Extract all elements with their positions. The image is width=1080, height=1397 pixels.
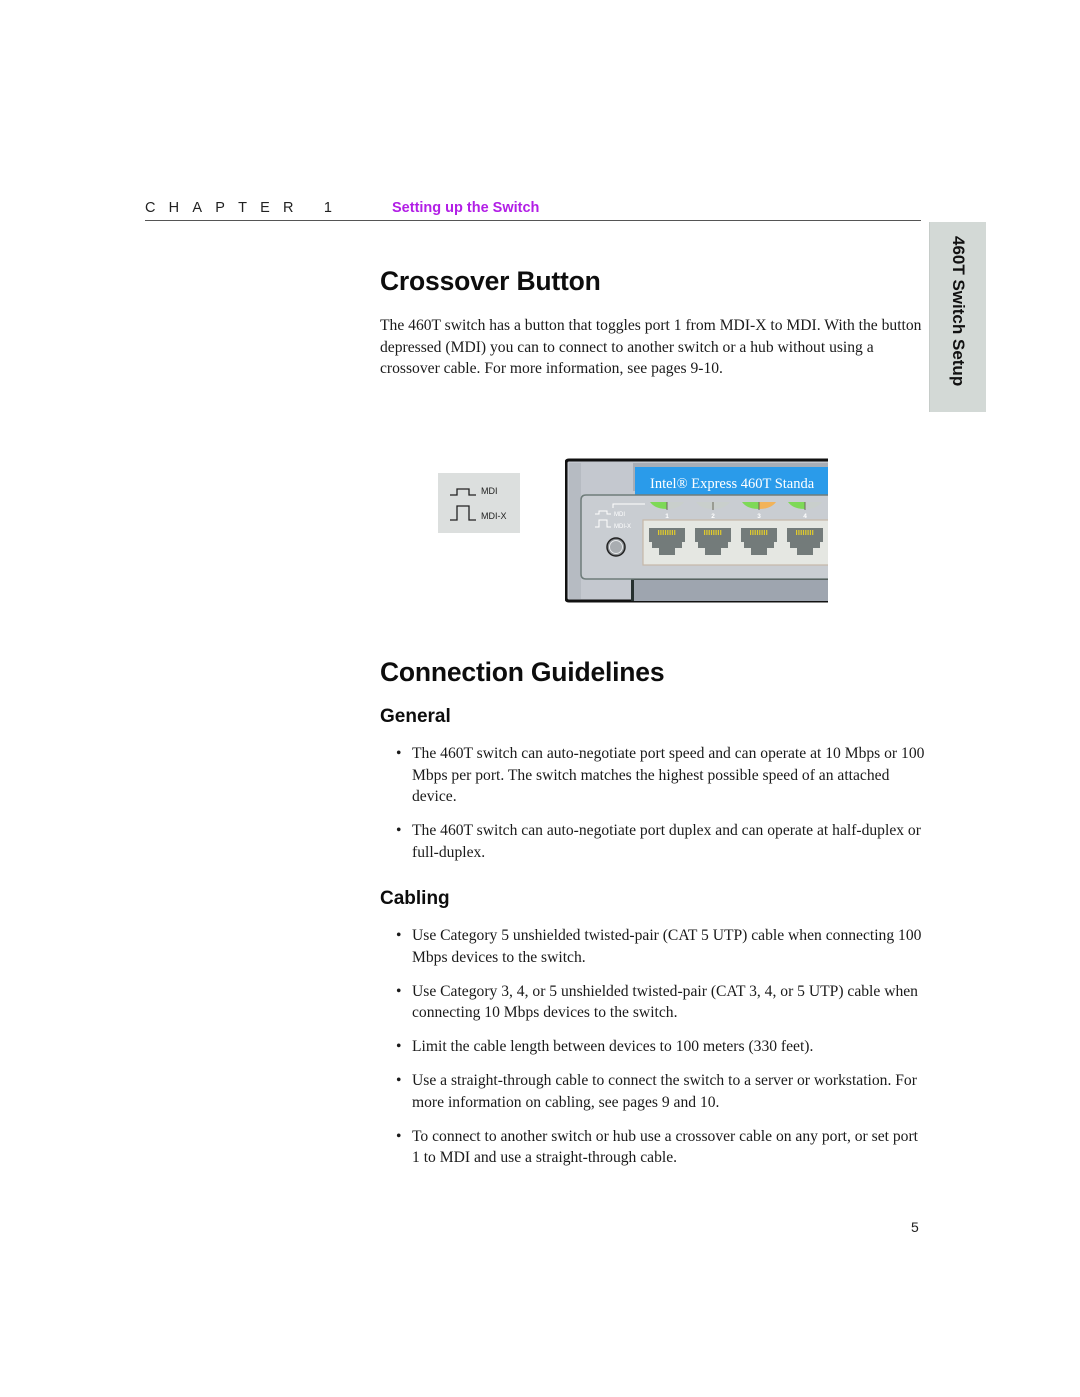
port-pin xyxy=(713,530,715,535)
header-divider xyxy=(145,220,921,221)
general-bullet-list: • The 460T switch can auto-negotiate port… xyxy=(396,743,926,876)
port-number-label: 1 xyxy=(665,513,669,520)
panel-mdix-label: MDI-X xyxy=(614,524,631,530)
bullet-icon: • xyxy=(396,745,402,762)
port-pin xyxy=(761,530,763,535)
legend-label-mdix: MDI-X xyxy=(481,511,507,521)
port-pin xyxy=(704,530,706,535)
brand-label: Intel® Express 460T Standa xyxy=(650,476,815,492)
chapter-header: CHAPTER 1 Setting up the Switch xyxy=(145,200,921,220)
port-pin xyxy=(750,530,752,535)
port-pin xyxy=(798,530,800,535)
port-pin xyxy=(706,530,708,535)
switch-front-panel-illustration: Intel® Express 460T Standa MDI MDI-X 1 2 3… xyxy=(565,458,828,603)
port-pin xyxy=(669,530,671,535)
port-pin xyxy=(756,530,759,535)
legend-label-mdi: MDI xyxy=(481,486,498,496)
cabling-bullet-list: • Use Category 5 unshielded twisted-pair … xyxy=(396,925,926,1181)
port-pin xyxy=(805,530,807,535)
bullet-icon: • xyxy=(396,822,402,839)
port-pin xyxy=(664,530,667,535)
general-heading: General xyxy=(380,706,451,727)
port-pin xyxy=(708,530,710,535)
chassis-side xyxy=(569,463,581,599)
guidelines-heading: Connection Guidelines xyxy=(380,657,665,687)
list-item: • Use Category 5 unshielded twisted-pair … xyxy=(396,927,922,966)
legend-item-mdix: MDI-X xyxy=(450,505,507,521)
list-item: • The 460T switch can auto-negotiate port… xyxy=(396,822,921,861)
list-item: • Use a straight-through cable to connect… xyxy=(396,1072,917,1111)
list-item: • Use Category 3, 4, or 5 unshielded twis… xyxy=(396,982,918,1022)
port-pin xyxy=(752,530,754,535)
port-pin xyxy=(800,530,802,535)
port-pin xyxy=(754,530,756,535)
bullet-icon: • xyxy=(396,1072,402,1089)
button-depressed-icon xyxy=(450,488,476,496)
mdi-legend: MDI MDI-X xyxy=(438,473,520,533)
port-pin xyxy=(674,530,676,535)
port-pin xyxy=(763,530,765,535)
port-pin xyxy=(759,530,761,535)
section-side-tab: 460T Switch Setup xyxy=(929,222,986,412)
cabling-heading: Cabling xyxy=(380,888,450,909)
chapter-label: CHAPTER 1 xyxy=(145,200,346,216)
port-pin xyxy=(717,530,719,535)
button-raised-icon xyxy=(450,505,476,521)
port-pin xyxy=(662,530,664,535)
port-pin xyxy=(715,530,717,535)
port-pin xyxy=(658,530,660,535)
port-pin xyxy=(796,530,798,535)
list-item: • To connect to another switch or hub use… xyxy=(396,1127,918,1167)
chapter-title: Setting up the Switch xyxy=(392,200,540,216)
side-tab-label: 460T Switch Setup xyxy=(949,236,968,387)
port-pin xyxy=(766,530,768,535)
page-number: 5 xyxy=(911,1219,919,1235)
port-pin xyxy=(671,530,673,535)
bullet-icon: • xyxy=(396,982,402,1000)
panel-mdi-label: MDI xyxy=(614,512,625,518)
bullet-icon: • xyxy=(396,927,402,944)
port-pin xyxy=(667,530,669,535)
list-item: • The 460T switch can auto-negotiate port… xyxy=(396,745,925,805)
bullet-icon: • xyxy=(396,1127,402,1145)
crossover-paragraph: The 460T switch has a button that toggle… xyxy=(380,317,922,377)
crossover-button-face xyxy=(609,540,623,554)
port-pin xyxy=(720,530,722,535)
port-pin xyxy=(710,530,713,535)
port-number-label: 4 xyxy=(803,513,807,520)
port-pin xyxy=(802,530,805,535)
crossover-heading: Crossover Button xyxy=(380,266,601,296)
legend-item-mdi: MDI xyxy=(450,486,498,496)
list-item: • Limit the cable length between devices … xyxy=(396,1036,926,1058)
port-pin xyxy=(807,530,809,535)
port-number-label: 3 xyxy=(757,513,761,520)
port-number-label: 2 xyxy=(711,513,715,520)
port-pin xyxy=(809,530,811,535)
bullet-icon: • xyxy=(396,1038,402,1055)
port-pin xyxy=(812,530,814,535)
port-pin xyxy=(660,530,662,535)
